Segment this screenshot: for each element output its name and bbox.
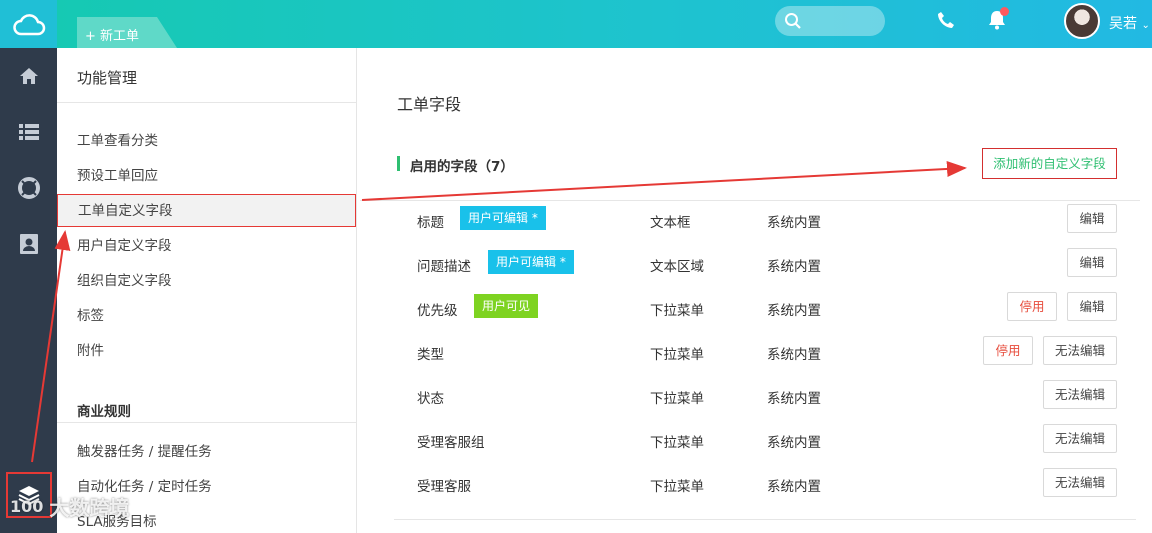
field-name: 类型 (417, 347, 444, 363)
field-type: 下拉菜单 (650, 347, 704, 363)
field-row: 受理客服 下拉菜单 系统内置 无法编辑 (358, 462, 1152, 506)
page-title: 工单字段 (397, 95, 462, 114)
field-source: 系统内置 (767, 215, 821, 231)
field-tag: 用户可见 (474, 294, 539, 318)
field-type: 文本区域 (650, 259, 704, 275)
search-input[interactable] (775, 6, 885, 36)
not-editable-button[interactable]: 无法编辑 (1043, 380, 1117, 409)
add-custom-field-button[interactable]: 添加新的自定义字段 (982, 148, 1117, 179)
field-type: 下拉菜单 (650, 479, 704, 495)
sidebar-item-macros[interactable]: 预设工单回应 (57, 160, 356, 193)
field-tag: 用户可编辑 * (460, 206, 546, 230)
divider (57, 422, 356, 423)
main-content: 工单字段 启用的字段（7） 添加新的自定义字段 标题 用户可编辑 * 文本框 系… (358, 48, 1152, 533)
contact-card-icon[interactable] (0, 216, 57, 272)
field-row: 类型 下拉菜单 系统内置 停用 无法编辑 (358, 330, 1152, 374)
avatar[interactable] (1064, 3, 1100, 39)
field-name: 标题 (417, 215, 444, 231)
field-row: 状态 下拉菜单 系统内置 无法编辑 (358, 374, 1152, 418)
sidebar-section-business-rules: 商业规则 (77, 404, 131, 420)
list-icon[interactable] (0, 104, 57, 160)
watermark: 100 大数跨境 (10, 492, 129, 521)
field-source: 系统内置 (767, 303, 821, 319)
search-icon (784, 12, 802, 34)
divider (394, 519, 1136, 520)
field-row: 标题 用户可编辑 * 文本框 系统内置 编辑 (358, 198, 1152, 242)
icon-rail (0, 0, 57, 533)
edit-button[interactable]: 编辑 (1067, 204, 1117, 233)
sidebar-item-org-fields[interactable]: 组织自定义字段 (57, 265, 356, 298)
section-marker (397, 156, 400, 171)
field-type: 下拉菜单 (650, 391, 704, 407)
field-name: 受理客服组 (417, 435, 485, 451)
new-ticket-tab[interactable]: + 新工单 (77, 17, 177, 48)
section-title: 启用的字段（7） (410, 159, 514, 175)
field-name: 优先级 (417, 303, 458, 319)
edit-button[interactable]: 编辑 (1067, 292, 1117, 321)
sidebar-item-tags[interactable]: 标签 (57, 300, 356, 333)
phone-icon[interactable] (937, 11, 955, 33)
home-icon[interactable] (0, 48, 57, 104)
field-name: 受理客服 (417, 479, 471, 495)
watermark-logo: 100 (10, 497, 44, 516)
field-type: 文本框 (650, 215, 691, 231)
user-menu[interactable]: 吴若 ⌄ (1109, 13, 1150, 33)
top-bar: + 新工单 吴若 ⌄ (57, 0, 1152, 48)
not-editable-button[interactable]: 无法编辑 (1043, 468, 1117, 497)
divider (57, 102, 356, 103)
field-source: 系统内置 (767, 391, 821, 407)
sidebar-item-attachments[interactable]: 附件 (57, 335, 356, 368)
field-type: 下拉菜单 (650, 435, 704, 451)
lifebuoy-icon[interactable] (0, 160, 57, 216)
not-editable-button[interactable]: 无法编辑 (1043, 424, 1117, 453)
field-tag: 用户可编辑 * (488, 250, 574, 274)
sidebar-item-ticket-fields[interactable]: 工单自定义字段 (57, 194, 356, 227)
sidebar-item-ticket-views[interactable]: 工单查看分类 (57, 125, 356, 158)
sidebar-title: 功能管理 (77, 69, 138, 87)
edit-button[interactable]: 编辑 (1067, 248, 1117, 277)
user-name: 吴若 (1109, 16, 1137, 32)
field-row: 受理客服组 下拉菜单 系统内置 无法编辑 (358, 418, 1152, 462)
watermark-text: 大数跨境 (49, 496, 130, 520)
sidebar-item-user-fields[interactable]: 用户自定义字段 (57, 230, 356, 263)
field-source: 系统内置 (767, 435, 821, 451)
field-name: 状态 (417, 391, 444, 407)
cloud-logo-icon[interactable] (0, 0, 57, 48)
field-row: 问题描述 用户可编辑 * 文本区域 系统内置 编辑 (358, 242, 1152, 286)
field-name: 问题描述 (417, 259, 471, 275)
not-editable-button[interactable]: 无法编辑 (1043, 336, 1117, 365)
field-type: 下拉菜单 (650, 303, 704, 319)
bell-icon[interactable] (988, 7, 1009, 34)
field-source: 系统内置 (767, 479, 821, 495)
disable-button[interactable]: 停用 (1007, 292, 1057, 321)
field-source: 系统内置 (767, 259, 821, 275)
disable-button[interactable]: 停用 (983, 336, 1033, 365)
settings-sidebar: 功能管理 工单查看分类 预设工单回应 工单自定义字段 用户自定义字段 组织自定义… (57, 48, 357, 533)
chevron-down-icon: ⌄ (1141, 20, 1150, 31)
notification-badge (1000, 7, 1009, 16)
field-row: 优先级 用户可见 下拉菜单 系统内置 停用 编辑 (358, 286, 1152, 330)
sidebar-item-triggers[interactable]: 触发器任务 / 提醒任务 (57, 436, 356, 469)
field-source: 系统内置 (767, 347, 821, 363)
